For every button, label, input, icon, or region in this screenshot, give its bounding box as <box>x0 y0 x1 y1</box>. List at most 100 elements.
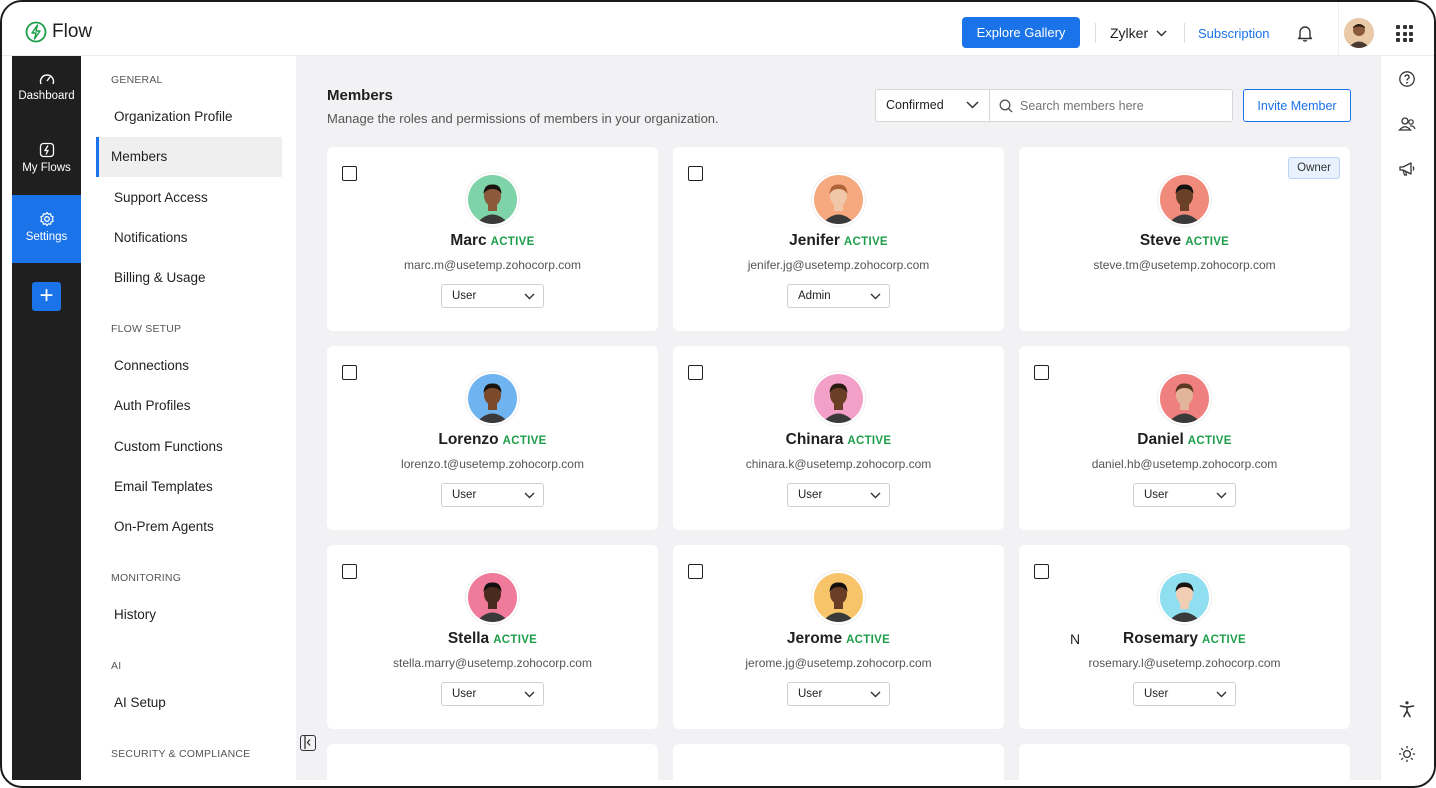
member-checkbox[interactable] <box>342 166 357 181</box>
role-select[interactable]: User <box>1133 483 1236 507</box>
member-name-row: Marc ACTIVE <box>327 232 658 250</box>
member-checkbox[interactable] <box>688 564 703 579</box>
member-checkbox[interactable] <box>1034 564 1049 579</box>
member-card: Marc ACTIVE marc.m@usetemp.zohocorp.com Use… <box>327 147 658 331</box>
status-filter-select[interactable]: Confirmed <box>876 90 990 121</box>
member-email: lorenzo.t@usetemp.zohocorp.com <box>401 457 584 471</box>
member-avatar-icon <box>814 573 863 622</box>
org-name: Zylker <box>1110 25 1149 41</box>
role-select[interactable]: Admin <box>787 284 890 308</box>
gauge-icon <box>39 74 54 85</box>
member-avatar-icon <box>468 175 517 224</box>
right-rail <box>1380 56 1434 780</box>
nav-item-support-access[interactable]: Support Access <box>96 178 282 218</box>
member-avatar-icon <box>468 374 517 423</box>
create-button[interactable]: + <box>32 282 61 311</box>
explore-gallery-button[interactable]: Explore Gallery <box>962 17 1080 48</box>
nav-item-on-prem-agents[interactable]: On-Prem Agents <box>96 507 282 547</box>
member-avatar-icon <box>468 573 517 622</box>
accessibility-icon[interactable] <box>1398 700 1416 718</box>
app-name: Flow <box>52 21 93 42</box>
megaphone-icon[interactable] <box>1398 160 1416 178</box>
member-email: jerome.jg@usetemp.zohocorp.com <box>745 656 932 670</box>
role-value: User <box>1144 489 1169 501</box>
rail-item-settings[interactable]: Settings <box>12 195 81 263</box>
member-checkbox[interactable] <box>1034 365 1049 380</box>
nav-item-history[interactable]: History <box>96 595 282 635</box>
member-card-partial <box>327 744 658 780</box>
member-avatar <box>1158 571 1211 624</box>
search-input[interactable] <box>990 90 1232 121</box>
member-name-row: Lorenzo ACTIVE <box>327 431 658 449</box>
invite-member-button[interactable]: Invite Member <box>1243 89 1351 122</box>
bell-icon[interactable] <box>1297 24 1313 42</box>
nav-item-auth-profiles[interactable]: Auth Profiles <box>96 386 282 426</box>
status-badge: ACTIVE <box>490 236 535 248</box>
top-bar: Flow Explore Gallery Zylker Subscription <box>2 2 1434 56</box>
role-select[interactable]: User <box>787 682 890 706</box>
nav-item-billing-usage[interactable]: Billing & Usage <box>96 258 282 298</box>
member-email: steve.tm@usetemp.zohocorp.com <box>1093 258 1276 272</box>
member-name-row: Stella ACTIVE <box>327 630 658 648</box>
role-select[interactable]: User <box>1133 682 1236 706</box>
chevron-down-icon <box>524 492 535 499</box>
people-icon[interactable] <box>1398 115 1416 133</box>
chevron-down-icon <box>1216 691 1227 698</box>
subscription-link[interactable]: Subscription <box>1198 26 1270 41</box>
member-name: Marc <box>450 232 487 249</box>
chevron-down-icon <box>870 492 881 499</box>
section-title: SECURITY & COMPLIANCE <box>111 748 251 760</box>
chevron-down-icon <box>870 691 881 698</box>
nav-item-notifications[interactable]: Notifications <box>96 218 282 258</box>
rail-label: My Flows <box>22 162 71 174</box>
primary-nav-rail: Dashboard My Flows Settings + <box>12 56 81 780</box>
member-avatar-icon <box>1160 175 1209 224</box>
chevron-left-icon <box>304 736 311 749</box>
member-avatar <box>466 372 519 425</box>
role-value: User <box>798 489 823 501</box>
collapse-panel-icon[interactable] <box>300 735 316 751</box>
member-card: Jerome ACTIVE jerome.jg@usetemp.zohocorp.c… <box>673 545 1004 729</box>
status-badge: ACTIVE <box>1201 634 1246 646</box>
member-checkbox[interactable] <box>342 365 357 380</box>
help-icon[interactable] <box>1398 70 1416 88</box>
member-checkbox[interactable] <box>688 365 703 380</box>
rail-item-my-flows[interactable]: My Flows <box>12 126 81 194</box>
rail-item-dashboard[interactable]: Dashboard <box>12 56 81 124</box>
role-select[interactable]: User <box>787 483 890 507</box>
role-value: User <box>1144 688 1169 700</box>
status-badge: ACTIVE <box>493 634 538 646</box>
member-checkbox[interactable] <box>688 166 703 181</box>
member-name: Chinara <box>785 431 844 448</box>
role-select[interactable]: User <box>441 284 544 308</box>
app-logo[interactable]: Flow <box>25 21 92 43</box>
member-card: Rosemary ACTIVE rosemary.l@usetemp.zohocor… <box>1019 545 1350 729</box>
chevron-down-icon <box>524 293 535 300</box>
member-avatar-icon <box>1160 573 1209 622</box>
divider <box>1338 2 1339 56</box>
nav-item-custom-functions[interactable]: Custom Functions <box>96 427 282 467</box>
apps-grid-icon[interactable] <box>1396 25 1413 42</box>
member-filter-bar: Confirmed <box>875 89 1233 122</box>
rail-label: Dashboard <box>18 90 75 102</box>
member-name-row: Jerome ACTIVE <box>673 630 1004 648</box>
section-title: MONITORING <box>111 572 182 584</box>
user-avatar[interactable] <box>1344 18 1374 48</box>
nav-item-organization-profile[interactable]: Organization Profile <box>96 97 282 137</box>
member-name: Stella <box>447 630 490 647</box>
member-avatar-icon <box>814 374 863 423</box>
org-switcher[interactable]: Zylker <box>1110 25 1167 41</box>
nav-item-members[interactable]: Members <box>96 137 282 177</box>
role-select[interactable]: User <box>441 682 544 706</box>
status-badge: ACTIVE <box>1185 236 1230 248</box>
member-checkbox[interactable] <box>342 564 357 579</box>
flow-logo-icon <box>25 21 47 43</box>
member-avatar-icon <box>1160 374 1209 423</box>
nav-item-connections[interactable]: Connections <box>96 346 282 386</box>
status-filter-value: Confirmed <box>886 98 944 112</box>
role-select[interactable]: User <box>441 483 544 507</box>
nav-item-ai-setup[interactable]: AI Setup <box>96 683 282 723</box>
divider <box>1184 23 1185 43</box>
nav-item-email-templates[interactable]: Email Templates <box>96 467 282 507</box>
sun-icon[interactable] <box>1398 745 1416 763</box>
